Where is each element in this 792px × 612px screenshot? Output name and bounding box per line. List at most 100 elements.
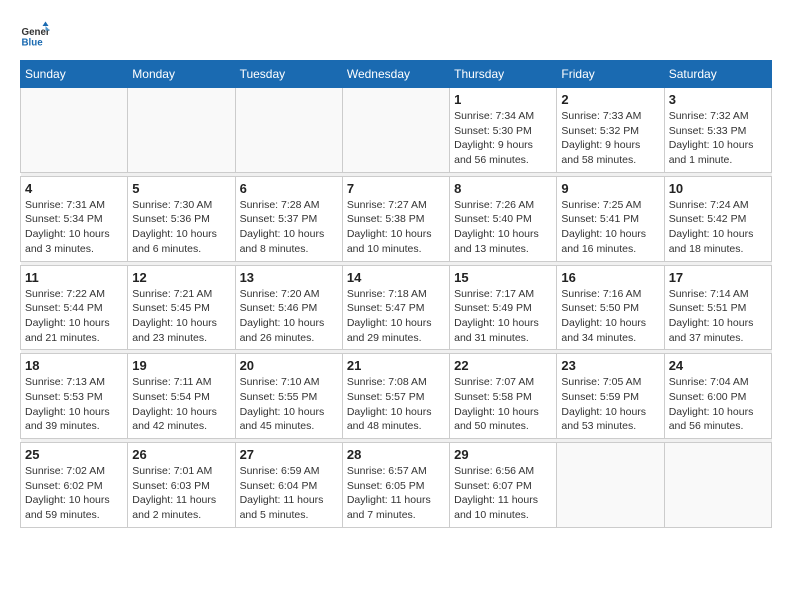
day-info: Sunrise: 7:08 AM Sunset: 5:57 PM Dayligh… (347, 375, 445, 434)
header: General Blue (20, 20, 772, 50)
logo: General Blue (20, 20, 54, 50)
day-number: 14 (347, 270, 445, 285)
day-info: Sunrise: 7:26 AM Sunset: 5:40 PM Dayligh… (454, 198, 552, 257)
week-row-3: 11 Sunrise: 7:22 AM Sunset: 5:44 PM Dayli… (21, 265, 772, 350)
day-info: Sunrise: 7:32 AM Sunset: 5:33 PM Dayligh… (669, 109, 767, 168)
weekday-header-tuesday: Tuesday (235, 61, 342, 88)
weekday-header-monday: Monday (128, 61, 235, 88)
day-info: Sunrise: 7:10 AM Sunset: 5:55 PM Dayligh… (240, 375, 338, 434)
day-number: 21 (347, 358, 445, 373)
day-cell: 14 Sunrise: 7:18 AM Sunset: 5:47 PM Dayli… (342, 265, 449, 350)
calendar: SundayMondayTuesdayWednesdayThursdayFrid… (20, 60, 772, 528)
day-info: Sunrise: 7:21 AM Sunset: 5:45 PM Dayligh… (132, 287, 230, 346)
day-number: 17 (669, 270, 767, 285)
weekday-header-sunday: Sunday (21, 61, 128, 88)
day-cell (342, 88, 449, 173)
day-info: Sunrise: 7:34 AM Sunset: 5:30 PM Dayligh… (454, 109, 552, 168)
day-cell: 23 Sunrise: 7:05 AM Sunset: 5:59 PM Dayli… (557, 354, 664, 439)
day-number: 5 (132, 181, 230, 196)
day-cell: 2 Sunrise: 7:33 AM Sunset: 5:32 PM Daylig… (557, 88, 664, 173)
day-number: 27 (240, 447, 338, 462)
day-info: Sunrise: 7:07 AM Sunset: 5:58 PM Dayligh… (454, 375, 552, 434)
day-number: 1 (454, 92, 552, 107)
weekday-header-thursday: Thursday (450, 61, 557, 88)
day-number: 6 (240, 181, 338, 196)
day-number: 19 (132, 358, 230, 373)
day-cell: 29 Sunrise: 6:56 AM Sunset: 6:07 PM Dayli… (450, 443, 557, 528)
day-number: 22 (454, 358, 552, 373)
week-row-2: 4 Sunrise: 7:31 AM Sunset: 5:34 PM Daylig… (21, 176, 772, 261)
day-cell: 17 Sunrise: 7:14 AM Sunset: 5:51 PM Dayli… (664, 265, 771, 350)
day-cell: 10Sunrise: 7:24 AM Sunset: 5:42 PM Dayli… (664, 176, 771, 261)
svg-text:Blue: Blue (22, 38, 44, 49)
day-info: Sunrise: 7:28 AM Sunset: 5:37 PM Dayligh… (240, 198, 338, 257)
day-cell: 4 Sunrise: 7:31 AM Sunset: 5:34 PM Daylig… (21, 176, 128, 261)
day-cell: 13 Sunrise: 7:20 AM Sunset: 5:46 PM Dayli… (235, 265, 342, 350)
day-number: 20 (240, 358, 338, 373)
day-cell: 15 Sunrise: 7:17 AM Sunset: 5:49 PM Dayli… (450, 265, 557, 350)
day-info: Sunrise: 7:22 AM Sunset: 5:44 PM Dayligh… (25, 287, 123, 346)
day-number: 23 (561, 358, 659, 373)
day-number: 9 (561, 181, 659, 196)
day-info: Sunrise: 7:20 AM Sunset: 5:46 PM Dayligh… (240, 287, 338, 346)
day-cell: 27 Sunrise: 6:59 AM Sunset: 6:04 PM Dayli… (235, 443, 342, 528)
day-info: Sunrise: 7:16 AM Sunset: 5:50 PM Dayligh… (561, 287, 659, 346)
day-info: Sunrise: 7:13 AM Sunset: 5:53 PM Dayligh… (25, 375, 123, 434)
day-cell: 20 Sunrise: 7:10 AM Sunset: 5:55 PM Dayli… (235, 354, 342, 439)
day-cell (664, 443, 771, 528)
day-info: Sunrise: 6:56 AM Sunset: 6:07 PM Dayligh… (454, 464, 552, 523)
weekday-header-wednesday: Wednesday (342, 61, 449, 88)
day-cell: 12 Sunrise: 7:21 AM Sunset: 5:45 PM Dayli… (128, 265, 235, 350)
day-cell: 25Sunrise: 7:02 AM Sunset: 6:02 PM Dayli… (21, 443, 128, 528)
day-info: Sunrise: 7:01 AM Sunset: 6:03 PM Dayligh… (132, 464, 230, 523)
day-number: 15 (454, 270, 552, 285)
day-number: 3 (669, 92, 767, 107)
day-cell: 22 Sunrise: 7:07 AM Sunset: 5:58 PM Dayli… (450, 354, 557, 439)
day-cell (21, 88, 128, 173)
weekday-header-friday: Friday (557, 61, 664, 88)
day-number: 28 (347, 447, 445, 462)
day-cell: 19 Sunrise: 7:11 AM Sunset: 5:54 PM Dayli… (128, 354, 235, 439)
weekday-header-row: SundayMondayTuesdayWednesdayThursdayFrid… (21, 61, 772, 88)
week-row-5: 25Sunrise: 7:02 AM Sunset: 6:02 PM Dayli… (21, 443, 772, 528)
day-cell: 24Sunrise: 7:04 AM Sunset: 6:00 PM Dayli… (664, 354, 771, 439)
day-info: Sunrise: 7:05 AM Sunset: 5:59 PM Dayligh… (561, 375, 659, 434)
day-info: Sunrise: 7:30 AM Sunset: 5:36 PM Dayligh… (132, 198, 230, 257)
day-cell (128, 88, 235, 173)
day-info: Sunrise: 7:14 AM Sunset: 5:51 PM Dayligh… (669, 287, 767, 346)
day-info: Sunrise: 7:11 AM Sunset: 5:54 PM Dayligh… (132, 375, 230, 434)
day-cell: 7Sunrise: 7:27 AM Sunset: 5:38 PM Daylig… (342, 176, 449, 261)
day-cell: 18 Sunrise: 7:13 AM Sunset: 5:53 PM Dayli… (21, 354, 128, 439)
day-number: 25 (25, 447, 123, 462)
day-number: 7 (347, 181, 445, 196)
day-cell: 26 Sunrise: 7:01 AM Sunset: 6:03 PM Dayli… (128, 443, 235, 528)
day-info: Sunrise: 7:18 AM Sunset: 5:47 PM Dayligh… (347, 287, 445, 346)
day-number: 13 (240, 270, 338, 285)
day-cell: 28 Sunrise: 6:57 AM Sunset: 6:05 PM Dayli… (342, 443, 449, 528)
day-info: Sunrise: 7:31 AM Sunset: 5:34 PM Dayligh… (25, 198, 123, 257)
day-number: 2 (561, 92, 659, 107)
day-number: 29 (454, 447, 552, 462)
day-info: Sunrise: 7:17 AM Sunset: 5:49 PM Dayligh… (454, 287, 552, 346)
day-number: 4 (25, 181, 123, 196)
day-info: Sunrise: 7:25 AM Sunset: 5:41 PM Dayligh… (561, 198, 659, 257)
week-row-4: 18 Sunrise: 7:13 AM Sunset: 5:53 PM Dayli… (21, 354, 772, 439)
logo-icon: General Blue (20, 20, 50, 50)
day-cell: 9 Sunrise: 7:25 AM Sunset: 5:41 PM Daylig… (557, 176, 664, 261)
day-number: 8 (454, 181, 552, 196)
day-info: Sunrise: 6:57 AM Sunset: 6:05 PM Dayligh… (347, 464, 445, 523)
day-cell: 16Sunrise: 7:16 AM Sunset: 5:50 PM Dayli… (557, 265, 664, 350)
day-info: Sunrise: 6:59 AM Sunset: 6:04 PM Dayligh… (240, 464, 338, 523)
week-row-1: 1 Sunrise: 7:34 AM Sunset: 5:30 PM Daylig… (21, 88, 772, 173)
day-cell (235, 88, 342, 173)
day-info: Sunrise: 7:24 AM Sunset: 5:42 PM Dayligh… (669, 198, 767, 257)
day-number: 12 (132, 270, 230, 285)
day-number: 11 (25, 270, 123, 285)
day-number: 26 (132, 447, 230, 462)
weekday-header-saturday: Saturday (664, 61, 771, 88)
day-number: 18 (25, 358, 123, 373)
day-cell: 1 Sunrise: 7:34 AM Sunset: 5:30 PM Daylig… (450, 88, 557, 173)
day-cell (557, 443, 664, 528)
day-cell: 3 Sunrise: 7:32 AM Sunset: 5:33 PM Daylig… (664, 88, 771, 173)
day-info: Sunrise: 7:33 AM Sunset: 5:32 PM Dayligh… (561, 109, 659, 168)
